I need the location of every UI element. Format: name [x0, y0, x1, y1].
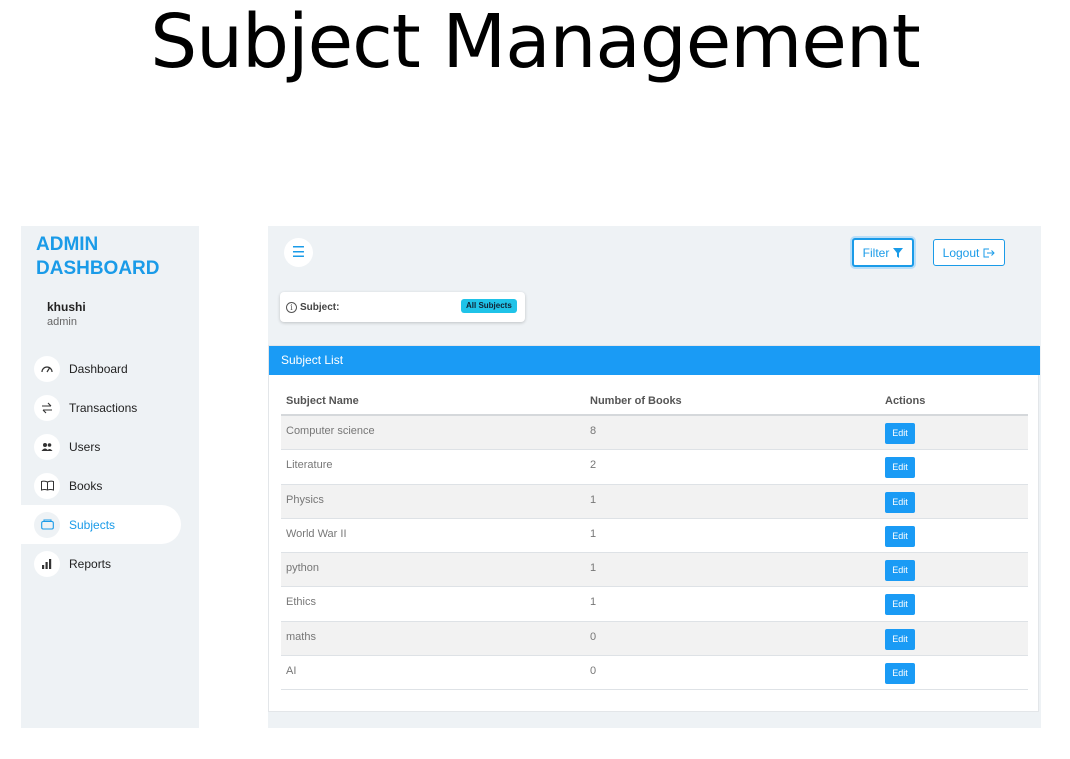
edit-button[interactable]: Edit — [885, 594, 915, 616]
subject-filter-badge[interactable]: All Subjects — [461, 299, 517, 313]
sidebar-item-label: Books — [69, 478, 103, 493]
subject-filter-card: i Subject: All Subjects — [280, 292, 525, 322]
sidebar-item-label: Users — [69, 439, 101, 454]
sidebar-nav: Dashboard Transactions Users Books Subje… — [21, 349, 199, 583]
book-count-cell: 2 — [590, 459, 597, 472]
subject-list-panel: Subject List Subject Name Number of Book… — [268, 345, 1040, 712]
user-role: admin — [47, 316, 77, 328]
book-count-cell: 1 — [590, 527, 597, 540]
table-row: AI 0 Edit — [281, 656, 1028, 691]
subject-name-cell: maths — [286, 630, 316, 643]
info-icon: i — [286, 301, 297, 313]
table-row: Physics 1 Edit — [281, 484, 1028, 519]
subject-name-cell: Physics — [286, 493, 324, 506]
dashboard-icon — [34, 355, 60, 382]
sidebar-item-label: Transactions — [69, 400, 138, 415]
hamburger-icon: ☰ — [291, 244, 306, 261]
subject-list-title: Subject List — [269, 346, 1040, 375]
table-row: Literature 2 Edit — [281, 450, 1028, 485]
column-header-number-of-books: Number of Books — [590, 395, 682, 407]
table-row: python 1 Edit — [281, 553, 1028, 588]
table-row: Ethics 1 Edit — [281, 587, 1028, 622]
subject-name-cell: AI — [286, 665, 297, 678]
menu-toggle-button[interactable]: ☰ — [284, 238, 313, 267]
book-count-cell: 1 — [590, 493, 597, 506]
subject-table: Subject Name Number of Books Actions Com… — [281, 386, 1028, 691]
table-row: Computer science 8 Edit — [281, 416, 1028, 451]
book-count-cell: 1 — [590, 562, 597, 575]
logout-button-label: Logout — [942, 245, 980, 260]
sidebar: ADMIN DASHBOARD khushi admin Dashboard T… — [21, 226, 199, 728]
subjects-icon — [34, 511, 60, 538]
users-icon — [34, 433, 60, 460]
subject-filter-label: Subject: — [300, 301, 340, 313]
sidebar-item-dashboard[interactable]: Dashboard — [21, 349, 181, 388]
subject-name-cell: Ethics — [286, 596, 316, 609]
edit-button[interactable]: Edit — [885, 457, 915, 479]
sidebar-item-label: Dashboard — [69, 361, 128, 376]
edit-button[interactable]: Edit — [885, 423, 915, 444]
main-content: ☰ Filter Logout i Subject: All Subjects … — [268, 226, 1041, 728]
table-header: Subject Name Number of Books Actions — [281, 386, 1028, 416]
book-count-cell: 0 — [590, 630, 597, 643]
sidebar-item-users[interactable]: Users — [21, 427, 181, 466]
filter-button[interactable]: Filter — [852, 238, 914, 267]
user-name: khushi — [47, 300, 86, 314]
transactions-icon — [34, 394, 60, 421]
book-count-cell: 8 — [590, 425, 597, 437]
topbar: ☰ Filter Logout — [268, 226, 1041, 281]
table-row: World War II 1 Edit — [281, 519, 1028, 554]
edit-button[interactable]: Edit — [885, 491, 915, 513]
reports-icon — [34, 550, 60, 577]
book-icon — [34, 472, 60, 499]
edit-button[interactable]: Edit — [885, 525, 915, 547]
edit-button[interactable]: Edit — [885, 628, 915, 650]
logout-icon — [983, 248, 996, 257]
sidebar-item-books[interactable]: Books — [21, 466, 181, 505]
slide-title: Subject Management — [150, 0, 921, 85]
funnel-icon — [893, 247, 904, 258]
sidebar-item-subjects[interactable]: Subjects — [21, 505, 181, 544]
subject-name-cell: Computer science — [286, 425, 375, 437]
logout-button[interactable]: Logout — [933, 239, 1005, 266]
edit-button[interactable]: Edit — [885, 560, 915, 582]
column-header-actions: Actions — [885, 395, 926, 407]
sidebar-item-label: Subjects — [69, 517, 116, 532]
book-count-cell: 0 — [590, 665, 597, 678]
sidebar-item-label: Reports — [69, 556, 112, 571]
book-count-cell: 1 — [590, 596, 597, 609]
column-header-subject-name: Subject Name — [286, 395, 359, 407]
brand-title: ADMIN DASHBOARD — [36, 234, 160, 279]
sidebar-item-reports[interactable]: Reports — [21, 544, 181, 583]
edit-button[interactable]: Edit — [885, 663, 915, 685]
sidebar-item-transactions[interactable]: Transactions — [21, 388, 181, 427]
subject-name-cell: python — [286, 562, 320, 575]
subject-name-cell: Literature — [286, 459, 333, 472]
subject-name-cell: World War II — [286, 527, 347, 540]
filter-button-label: Filter — [862, 245, 890, 260]
table-row: maths 0 Edit — [281, 621, 1028, 657]
